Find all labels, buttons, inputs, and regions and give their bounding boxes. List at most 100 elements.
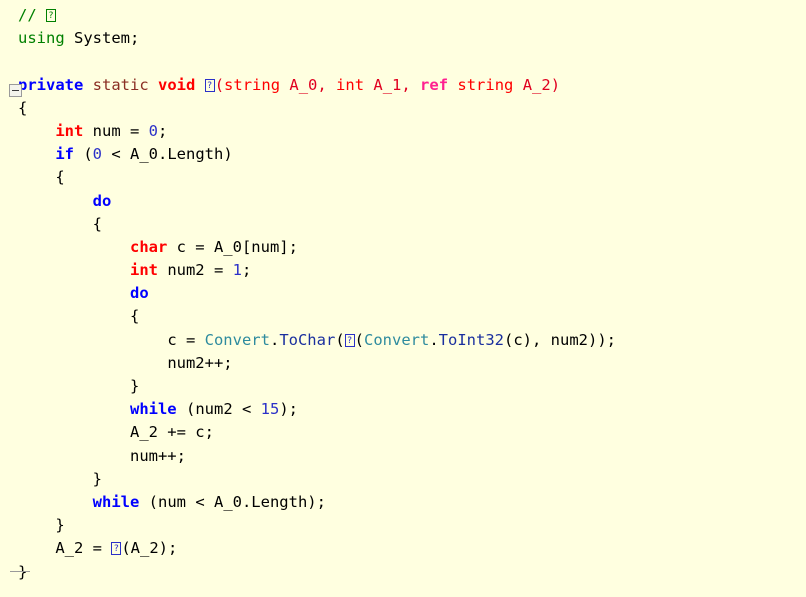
- code-token-number: 15: [260, 400, 280, 419]
- code-token-keyword: while: [92, 492, 140, 511]
- code-token-number: 0: [92, 145, 103, 164]
- code-token-plain: System;: [64, 29, 140, 48]
- code-token-plain: (A_2);: [121, 539, 178, 558]
- code-token-plain: {: [92, 214, 102, 233]
- code-token-plain: {: [129, 307, 140, 326]
- code-line[interactable]: num2++;: [18, 352, 806, 375]
- code-line[interactable]: }: [18, 514, 806, 537]
- code-token-plain: {: [55, 168, 65, 187]
- code-token-plain: num2 =: [157, 261, 233, 280]
- code-line[interactable]: A_2 = ? (A_2);: [18, 537, 806, 560]
- code-token-plain: {: [18, 98, 28, 117]
- code-token-keyword: do: [129, 284, 149, 303]
- code-token-plain: c =: [167, 330, 205, 349]
- code-line[interactable]: {: [18, 97, 806, 120]
- code-token-keyword: do: [92, 191, 112, 210]
- missing-glyph-icon: ?: [204, 78, 215, 92]
- fold-collapse-button[interactable]: [9, 83, 22, 97]
- code-token-plain: (num2 <: [176, 400, 261, 419]
- code-token-keyword: private: [18, 75, 84, 94]
- code-token-plain: num2++;: [167, 353, 233, 372]
- missing-glyph-icon: ?: [46, 9, 56, 22]
- code-line[interactable]: private static void ? (string A_0, int A_…: [9, 74, 806, 97]
- code-line[interactable]: {: [18, 213, 806, 236]
- code-line[interactable]: char c = A_0[num];: [18, 236, 806, 259]
- code-token-plain: (: [74, 145, 93, 164]
- code-line[interactable]: }: [10, 561, 806, 584]
- code-line[interactable]: {: [18, 166, 806, 189]
- code-token-type: int: [55, 121, 84, 140]
- code-token-typeplain: string: [457, 75, 514, 94]
- code-line[interactable]: while (num2 < 15);: [18, 398, 806, 421]
- code-token-param: A_0,: [280, 75, 337, 94]
- code-token-plain: A_2 =: [55, 539, 112, 558]
- missing-glyph-icon: ?: [111, 542, 122, 556]
- code-token-comment: //: [18, 6, 46, 24]
- code-line[interactable]: A_2 += c;: [18, 421, 806, 444]
- code-token-plain: }: [92, 469, 102, 488]
- code-line[interactable]: }: [18, 375, 806, 398]
- code-token-plain: num =: [83, 121, 149, 140]
- code-line[interactable]: while (num < A_0.Length);: [18, 491, 806, 514]
- code-line[interactable]: {: [18, 305, 806, 328]
- code-line[interactable]: do: [18, 190, 806, 213]
- code-token-keyword: if: [55, 145, 74, 164]
- code-token-type: int: [129, 261, 158, 280]
- code-line[interactable]: }: [18, 468, 806, 491]
- code-token-type: void: [158, 75, 196, 94]
- code-line[interactable]: do: [18, 282, 806, 305]
- code-line[interactable]: // ?: [18, 4, 806, 27]
- code-token-plain: .: [269, 330, 280, 349]
- code-token-plain: < A_0.Length): [102, 145, 233, 164]
- code-token-plain: c = A_0[num];: [167, 237, 298, 256]
- code-token-plain: A_2 += c;: [129, 423, 214, 442]
- code-line[interactable]: using System;: [18, 27, 806, 50]
- code-line[interactable]: c = Convert.ToChar(? (Convert.ToInt32(c),…: [18, 329, 806, 352]
- code-token-method: ToInt32: [438, 330, 504, 349]
- code-token-plain: }: [18, 562, 28, 581]
- code-token-plain: }: [55, 516, 65, 535]
- code-line[interactable]: int num2 = 1;: [18, 259, 806, 282]
- code-token-class: Convert: [364, 330, 430, 349]
- code-line[interactable]: [18, 50, 806, 73]
- fold-end-guide: [10, 570, 30, 572]
- code-line[interactable]: if (0 < A_0.Length): [18, 143, 806, 166]
- code-content[interactable]: // ? using System; private static void ? (s…: [0, 4, 806, 584]
- code-token-param: [448, 76, 457, 94]
- code-token-plain: ;: [241, 261, 252, 280]
- code-token-class: Convert: [204, 330, 270, 349]
- code-token-plain: (: [335, 330, 345, 349]
- code-token-param: A_2): [513, 75, 561, 94]
- code-token-param: A_1,: [364, 75, 421, 94]
- code-line[interactable]: num++;: [18, 445, 806, 468]
- code-token-plain: );: [279, 400, 298, 419]
- code-editor[interactable]: // ? using System; private static void ? (s…: [0, 0, 806, 597]
- missing-glyph-icon: ?: [344, 333, 355, 347]
- code-token-keyword: while: [129, 400, 177, 419]
- code-token-typeplain: int: [336, 75, 365, 94]
- code-token-plain: }: [129, 377, 140, 395]
- code-token-plain: (: [354, 330, 364, 349]
- code-token-type: char: [129, 237, 168, 256]
- code-line[interactable]: int num = 0;: [18, 120, 806, 143]
- code-token-plain: .: [429, 330, 439, 349]
